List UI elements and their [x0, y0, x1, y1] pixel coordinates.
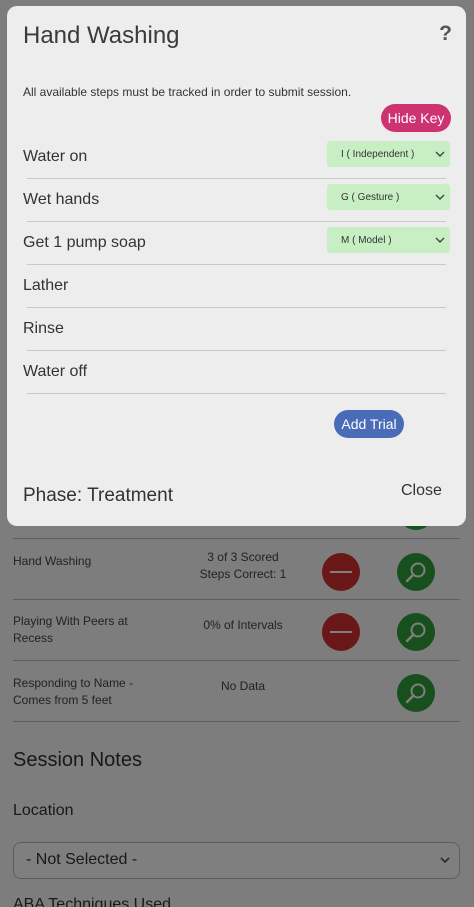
step-row-water-off[interactable]: Water off — [23, 351, 446, 394]
chevron-down-icon — [435, 237, 445, 243]
prompt-select-value: M ( Model ) — [341, 234, 392, 246]
prompt-select-value: I ( Independent ) — [341, 148, 415, 160]
prompt-select[interactable]: I ( Independent ) — [327, 141, 450, 167]
notice-text: All available steps must be tracked in o… — [23, 85, 352, 99]
divider — [27, 393, 446, 394]
prompt-select[interactable]: G ( Gesture ) — [327, 184, 450, 210]
close-button[interactable]: Close — [401, 482, 442, 500]
step-row-get-soap: Get 1 pump soap M ( Model ) — [23, 222, 450, 265]
step-label: Water on — [23, 148, 88, 165]
step-label: Lather — [23, 277, 69, 294]
add-trial-button[interactable]: Add Trial — [334, 410, 404, 438]
phase-label: Phase: Treatment — [23, 485, 173, 506]
step-label: Rinse — [23, 320, 64, 337]
step-row-lather[interactable]: Lather — [23, 265, 446, 308]
hide-key-button[interactable]: Hide Key — [381, 104, 451, 132]
prompt-select[interactable]: M ( Model ) — [327, 227, 450, 253]
step-label: Water off — [23, 363, 88, 380]
step-label: Wet hands — [23, 191, 100, 208]
step-row-rinse[interactable]: Rinse — [23, 308, 446, 351]
step-row-water-on: Water on I ( Independent ) — [23, 136, 450, 179]
step-row-wet-hands: Wet hands G ( Gesture ) — [23, 179, 450, 222]
step-label: Get 1 pump soap — [23, 234, 146, 251]
prompt-select-value: G ( Gesture ) — [341, 191, 400, 203]
modal-title: Hand Washing — [23, 22, 180, 49]
chevron-down-icon — [435, 194, 445, 200]
chevron-down-icon — [435, 151, 445, 157]
hand-washing-modal: Hand Washing ? All available steps must … — [7, 6, 466, 526]
question-icon[interactable]: ? — [439, 22, 452, 46]
